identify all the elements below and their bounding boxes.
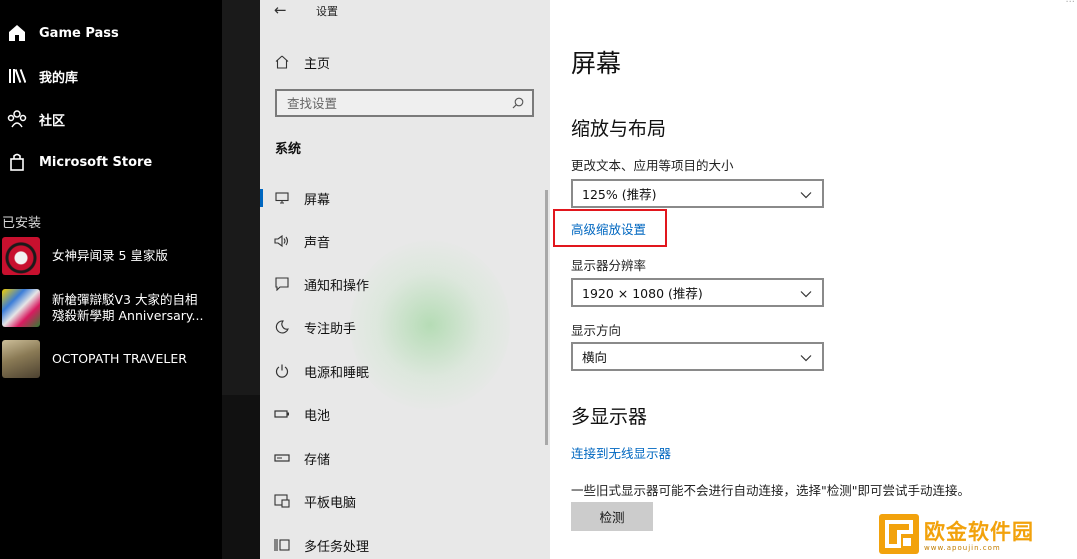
game-thumbnail (2, 237, 40, 275)
nav-item-tablet[interactable]: 平板电脑 (260, 486, 550, 516)
nav-item-sound[interactable]: 声音 (260, 226, 550, 256)
nav-item-battery[interactable]: 电池 (260, 399, 550, 429)
advanced-scaling-link[interactable]: 高级缩放设置 (571, 219, 646, 238)
xbox-nav-label: Microsoft Store (39, 154, 153, 170)
resolution-value: 1920 × 1080 (推荐) (582, 286, 703, 301)
background-window-edge (222, 0, 260, 559)
store-icon (0, 153, 34, 171)
background-window-shade (222, 395, 260, 559)
nav-home[interactable]: 主页 (260, 48, 550, 76)
nav-item-label: 通知和操作 (304, 278, 370, 294)
nav-item-label: 存储 (304, 452, 331, 468)
nav-section-label: 系统 (275, 142, 302, 157)
nav-item-label: 专注助手 (304, 321, 357, 337)
game-thumbnail (2, 340, 40, 378)
installed-game-item[interactable]: 女神异闻录 5 皇家版 (2, 237, 220, 275)
orientation-label: 显示方向 (571, 323, 622, 338)
power-icon (260, 364, 304, 378)
home-outline-icon (260, 55, 304, 69)
scale-dropdown[interactable]: 125% (推荐) (571, 179, 824, 208)
game-title: 新槍彈辯駁V3 大家的自相 殘殺新學期 Anniversary... (52, 292, 203, 324)
installed-section-title: 已安装 (2, 216, 42, 231)
nav-item-label: 声音 (304, 235, 331, 251)
xbox-nav-label: 我的库 (39, 70, 79, 86)
game-thumbnail (2, 289, 40, 327)
game-title: 女神异闻录 5 皇家版 (52, 248, 168, 264)
game-title-line: 殘殺新學期 Anniversary... (52, 308, 204, 323)
xbox-nav-game-pass[interactable]: Game Pass (0, 16, 222, 50)
settings-search-box[interactable] (275, 89, 534, 117)
watermark-url: www.apoujin.com (924, 544, 1001, 552)
game-title-line: 女神异闻录 5 皇家版 (52, 248, 168, 263)
tablet-icon (260, 494, 304, 508)
storage-icon (260, 453, 304, 463)
game-title-line: 新槍彈辯駁V3 大家的自相 (52, 292, 198, 307)
nav-item-label: 多任务处理 (304, 539, 370, 555)
game-title: OCTOPATH TRAVELER (52, 351, 187, 367)
xbox-app-panel: Game Pass 我的库 社区 Microsoft Store 已安装 女神异… (0, 0, 222, 559)
installed-game-item[interactable]: OCTOPATH TRAVELER (2, 340, 220, 378)
nav-home-label: 主页 (304, 56, 331, 72)
nav-item-label: 电池 (304, 408, 331, 424)
scale-layout-heading: 缩放与布局 (571, 118, 667, 140)
window-title: 设置 (316, 5, 338, 18)
wireless-display-link[interactable]: 连接到无线显示器 (571, 443, 671, 462)
nav-item-display[interactable]: 屏幕 (260, 183, 550, 213)
detect-button[interactable]: 检测 (571, 502, 653, 531)
display-settings-page: ... 屏幕 缩放与布局 更改文本、应用等项目的大小 125% (推荐) 高级缩… (550, 0, 1077, 559)
chevron-down-icon (800, 347, 812, 366)
orientation-value: 横向 (582, 350, 608, 365)
library-icon (0, 68, 34, 84)
nav-item-storage[interactable]: 存储 (260, 443, 550, 473)
resolution-dropdown[interactable]: 1920 × 1080 (推荐) (571, 278, 824, 307)
search-input[interactable] (287, 95, 487, 111)
moon-icon (260, 320, 304, 334)
game-title-line: OCTOPATH TRAVELER (52, 351, 187, 366)
nav-item-label: 平板电脑 (304, 495, 357, 511)
settings-nav-pane: ← 设置 主页 系统 屏幕 声音 通知和操作 专注助手 (260, 0, 550, 559)
nav-item-multitasking[interactable]: 多任务处理 (260, 530, 550, 559)
xbox-nav-community[interactable]: 社区 (0, 102, 222, 136)
chevron-down-icon (800, 283, 812, 302)
back-arrow-icon[interactable]: ← (274, 1, 287, 19)
xbox-nav-label: Game Pass (39, 25, 119, 41)
multi-display-heading: 多显示器 (571, 406, 648, 428)
scale-label: 更改文本、应用等项目的大小 (571, 158, 734, 173)
battery-icon (260, 409, 304, 419)
xbox-nav-store[interactable]: Microsoft Store (0, 145, 222, 179)
xbox-nav-label: 社区 (39, 113, 66, 129)
orientation-dropdown[interactable]: 横向 (571, 342, 824, 371)
page-title: 屏幕 (571, 49, 622, 78)
notification-icon (260, 277, 304, 291)
nav-scrollbar[interactable] (545, 190, 548, 445)
monitor-icon (260, 192, 304, 204)
watermark-logo (879, 514, 919, 554)
watermark: 欧金软件园 www.apoujin.com (878, 512, 1074, 556)
speaker-icon (260, 235, 304, 247)
home-icon (0, 24, 34, 42)
nav-item-label: 电源和睡眠 (304, 365, 370, 381)
detect-description: 一些旧式显示器可能不会进行自动连接，选择"检测"即可尝试手动连接。 (571, 483, 971, 498)
installed-game-item[interactable]: 新槍彈辯駁V3 大家的自相 殘殺新學期 Anniversary... (2, 289, 220, 327)
xbox-nav-library[interactable]: 我的库 (0, 59, 222, 93)
search-icon[interactable] (512, 94, 524, 113)
community-icon (0, 110, 34, 128)
resolution-label: 显示器分辨率 (571, 258, 647, 273)
multitask-icon (260, 538, 304, 552)
scale-value: 125% (推荐) (582, 187, 657, 202)
nav-item-power[interactable]: 电源和睡眠 (260, 356, 550, 386)
nav-item-focus-assist[interactable]: 专注助手 (260, 312, 550, 342)
nav-item-notifications[interactable]: 通知和操作 (260, 269, 550, 299)
watermark-title: 欧金软件园 (924, 520, 1034, 544)
watermark-text: 欧金软件园 www.apoujin.com (924, 516, 1034, 552)
chevron-down-icon (800, 184, 812, 203)
nav-item-label: 屏幕 (304, 192, 331, 208)
window-edge-mark: ... (1065, 0, 1075, 5)
